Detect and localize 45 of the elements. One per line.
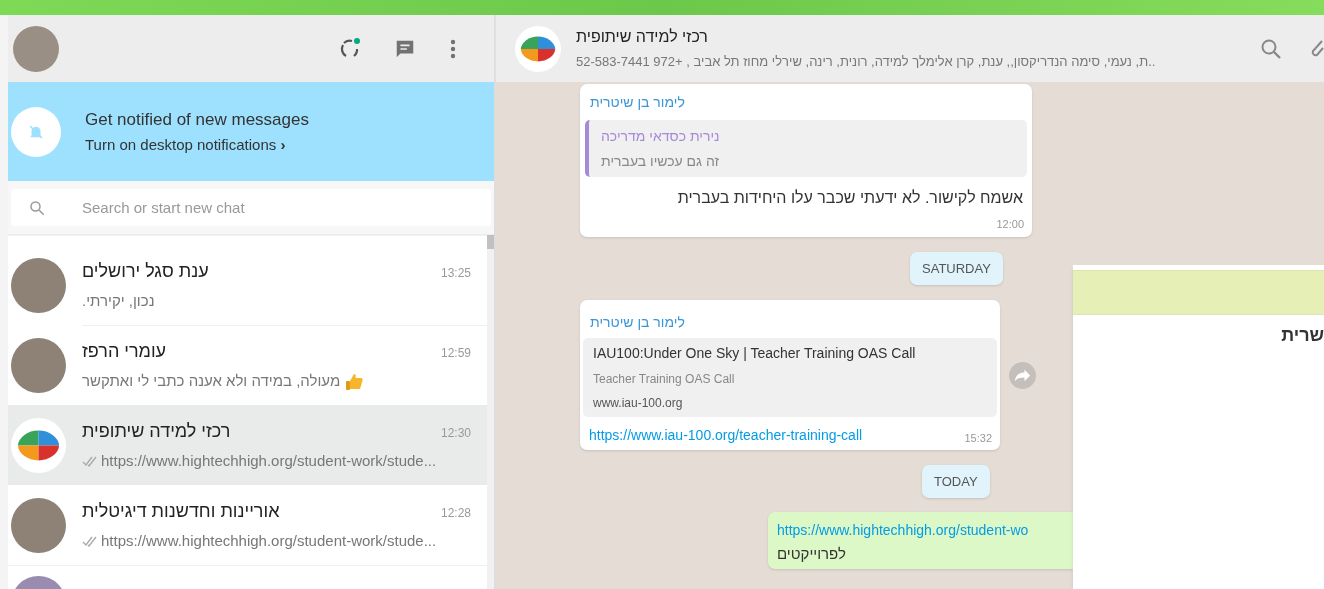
photo-placeholder[interactable] — [11, 337, 66, 393]
group-members: ..ת, נעמי, סימה הנדריקסון,, ענת, קרן אלימלך למידה, רונית, רינה, שירלי מחוז תל אביב , +972 52-583-7441 — [576, 53, 1157, 72]
link-preview-domain: www.iau-100.org — [593, 395, 684, 412]
contact-name: ענת סגל ירושלים — [82, 259, 209, 283]
scrollbar-thumb[interactable] — [487, 235, 494, 249]
message-preview: https://www.hightechhigh.org/student-work/stude... — [101, 450, 437, 471]
quote-text: זה גם עכשיו בעברית — [601, 151, 721, 171]
sender-name: לימור בן שיטרית — [589, 93, 686, 112]
sender-name: לימור בן שיטרית — [589, 313, 686, 332]
double-check-icon — [82, 535, 98, 547]
contact-name: רכזי למידה שיתופית — [82, 419, 231, 443]
chat-time: 12:59 — [440, 345, 471, 363]
link-preview-card[interactable]: IAU100:Under One Sky | Teacher Training OAS Call Teacher Training OAS Call www.iau-100.org — [583, 338, 997, 417]
notifications-link[interactable]: Turn on desktop notifications › — [85, 134, 309, 157]
search-field[interactable]: Search or start new chat — [11, 189, 491, 226]
chat-time: 13:25 — [440, 264, 471, 282]
photo-placeholder[interactable] — [11, 497, 66, 553]
puzzle-avatar-icon[interactable] — [515, 25, 561, 72]
profile-photo-placeholder[interactable] — [13, 25, 59, 72]
message-preview: https://www.hightechhigh.org/student-work/stude... — [101, 530, 437, 551]
contact-name: עומרי הרפז — [82, 340, 167, 364]
contact-name: אוריינות וחדשנות דיגיטלית — [82, 499, 280, 523]
notification-title: Get notified of new messages — [85, 108, 309, 131]
message-time: 12:00 — [995, 217, 1025, 232]
double-check-icon — [82, 455, 98, 467]
date-chip: SATURDAY — [910, 252, 1003, 285]
quote-author: נירית כסדאי מדריכה — [601, 126, 721, 146]
overlay-text: שרית — [1281, 324, 1324, 347]
chat-time: 12:30 — [440, 424, 471, 442]
chat-time: 12:28 — [440, 504, 471, 522]
date-chip: TODAY — [922, 465, 990, 498]
menu-icon[interactable] — [450, 38, 456, 59]
puzzle-avatar-icon[interactable] — [11, 417, 66, 473]
photo-placeholder[interactable] — [11, 257, 66, 313]
link-preview-description: Teacher Training OAS Call — [593, 371, 736, 388]
message-preview: נכון, יקירתי. — [82, 290, 155, 311]
muted-bell-icon — [27, 122, 45, 141]
message-preview: מעולה, במידה ולא אענה כתבי לי ואתקשר — [82, 371, 341, 392]
link-preview-title: IAU100:Under One Sky | Teacher Training OAS Call — [593, 344, 917, 363]
group-title[interactable]: רכזי למידה שיתופית — [576, 25, 1231, 50]
message-time: 15:32 — [964, 430, 992, 446]
message-text: לפרוייקטים — [777, 544, 847, 564]
message-text: אשמח לקישור. לא ידעתי שכבר עלו היחידות בעברית — [676, 188, 1024, 208]
search-icon — [28, 199, 46, 217]
thumbs-up-icon — [344, 371, 365, 392]
